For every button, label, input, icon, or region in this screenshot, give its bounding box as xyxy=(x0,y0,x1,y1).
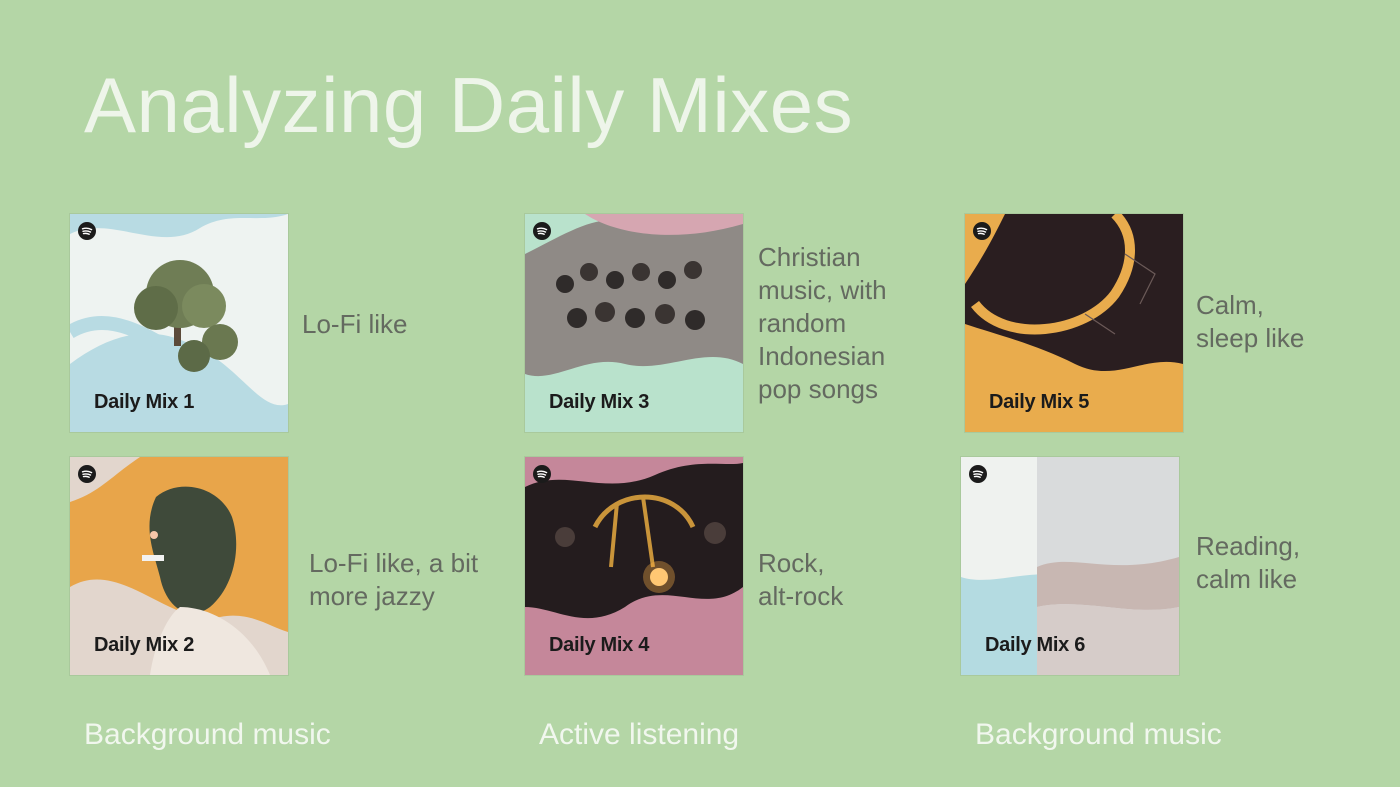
spotify-logo-icon xyxy=(78,465,96,483)
daily-mix-2-cover[interactable]: Daily Mix 2 xyxy=(70,457,288,675)
daily-mix-5-cover[interactable]: Daily Mix 5 xyxy=(965,214,1183,432)
daily-mix-5-description: Calm, sleep like xyxy=(1196,289,1396,355)
daily-mix-6-cover[interactable]: Daily Mix 6 xyxy=(961,457,1179,675)
description-line: Reading, xyxy=(1196,531,1301,561)
category-label-column-2: Active listening xyxy=(539,718,740,751)
spotify-logo-icon xyxy=(533,222,551,240)
daily-mix-5-label: Daily Mix 5 xyxy=(989,391,1090,413)
description-line: Calm, xyxy=(1196,290,1264,320)
daily-mix-1-label: Daily Mix 1 xyxy=(94,391,195,413)
daily-mix-3-label: Daily Mix 3 xyxy=(549,391,650,413)
daily-mix-1-description: Lo-Fi like xyxy=(302,308,502,341)
description-line: sleep like xyxy=(1196,323,1305,353)
spotify-logo-icon xyxy=(973,222,991,240)
description-line: Lo-Fi like, a bit xyxy=(309,548,479,578)
description-line: Rock, xyxy=(758,548,825,578)
daily-mix-3-cover[interactable]: Daily Mix 3 xyxy=(525,214,743,432)
spotify-logo-icon xyxy=(78,222,96,240)
description-line: alt-rock xyxy=(758,581,844,611)
description-line: Indonesian xyxy=(758,341,886,371)
daily-mix-6-label: Daily Mix 6 xyxy=(985,634,1086,656)
description-line: more jazzy xyxy=(309,581,435,611)
description-line: calm like xyxy=(1196,564,1298,594)
description-line: music, with xyxy=(758,275,887,305)
daily-mix-6-description: Reading, calm like xyxy=(1196,530,1396,596)
daily-mix-3-description: Christian music, with random Indonesian … xyxy=(758,241,958,406)
daily-mix-4-description: Rock, alt-rock xyxy=(758,547,958,613)
description-line: Lo-Fi like xyxy=(302,309,408,339)
daily-mix-2-label: Daily Mix 2 xyxy=(94,634,195,656)
description-line: Christian xyxy=(758,242,861,272)
daily-mix-4-cover[interactable]: Daily Mix 4 xyxy=(525,457,743,675)
spotify-logo-icon xyxy=(969,465,987,483)
page-title: Analyzing Daily Mixes xyxy=(84,61,854,149)
daily-mix-1-cover[interactable]: Daily Mix 1 xyxy=(70,214,288,432)
description-line: pop songs xyxy=(758,374,878,404)
category-label-column-3: Background music xyxy=(975,718,1222,751)
description-line: random xyxy=(758,308,847,338)
spotify-logo-icon xyxy=(533,465,551,483)
daily-mix-2-description: Lo-Fi like, a bit more jazzy xyxy=(309,547,509,613)
category-label-column-1: Background music xyxy=(84,718,331,751)
daily-mix-4-label: Daily Mix 4 xyxy=(549,634,650,656)
